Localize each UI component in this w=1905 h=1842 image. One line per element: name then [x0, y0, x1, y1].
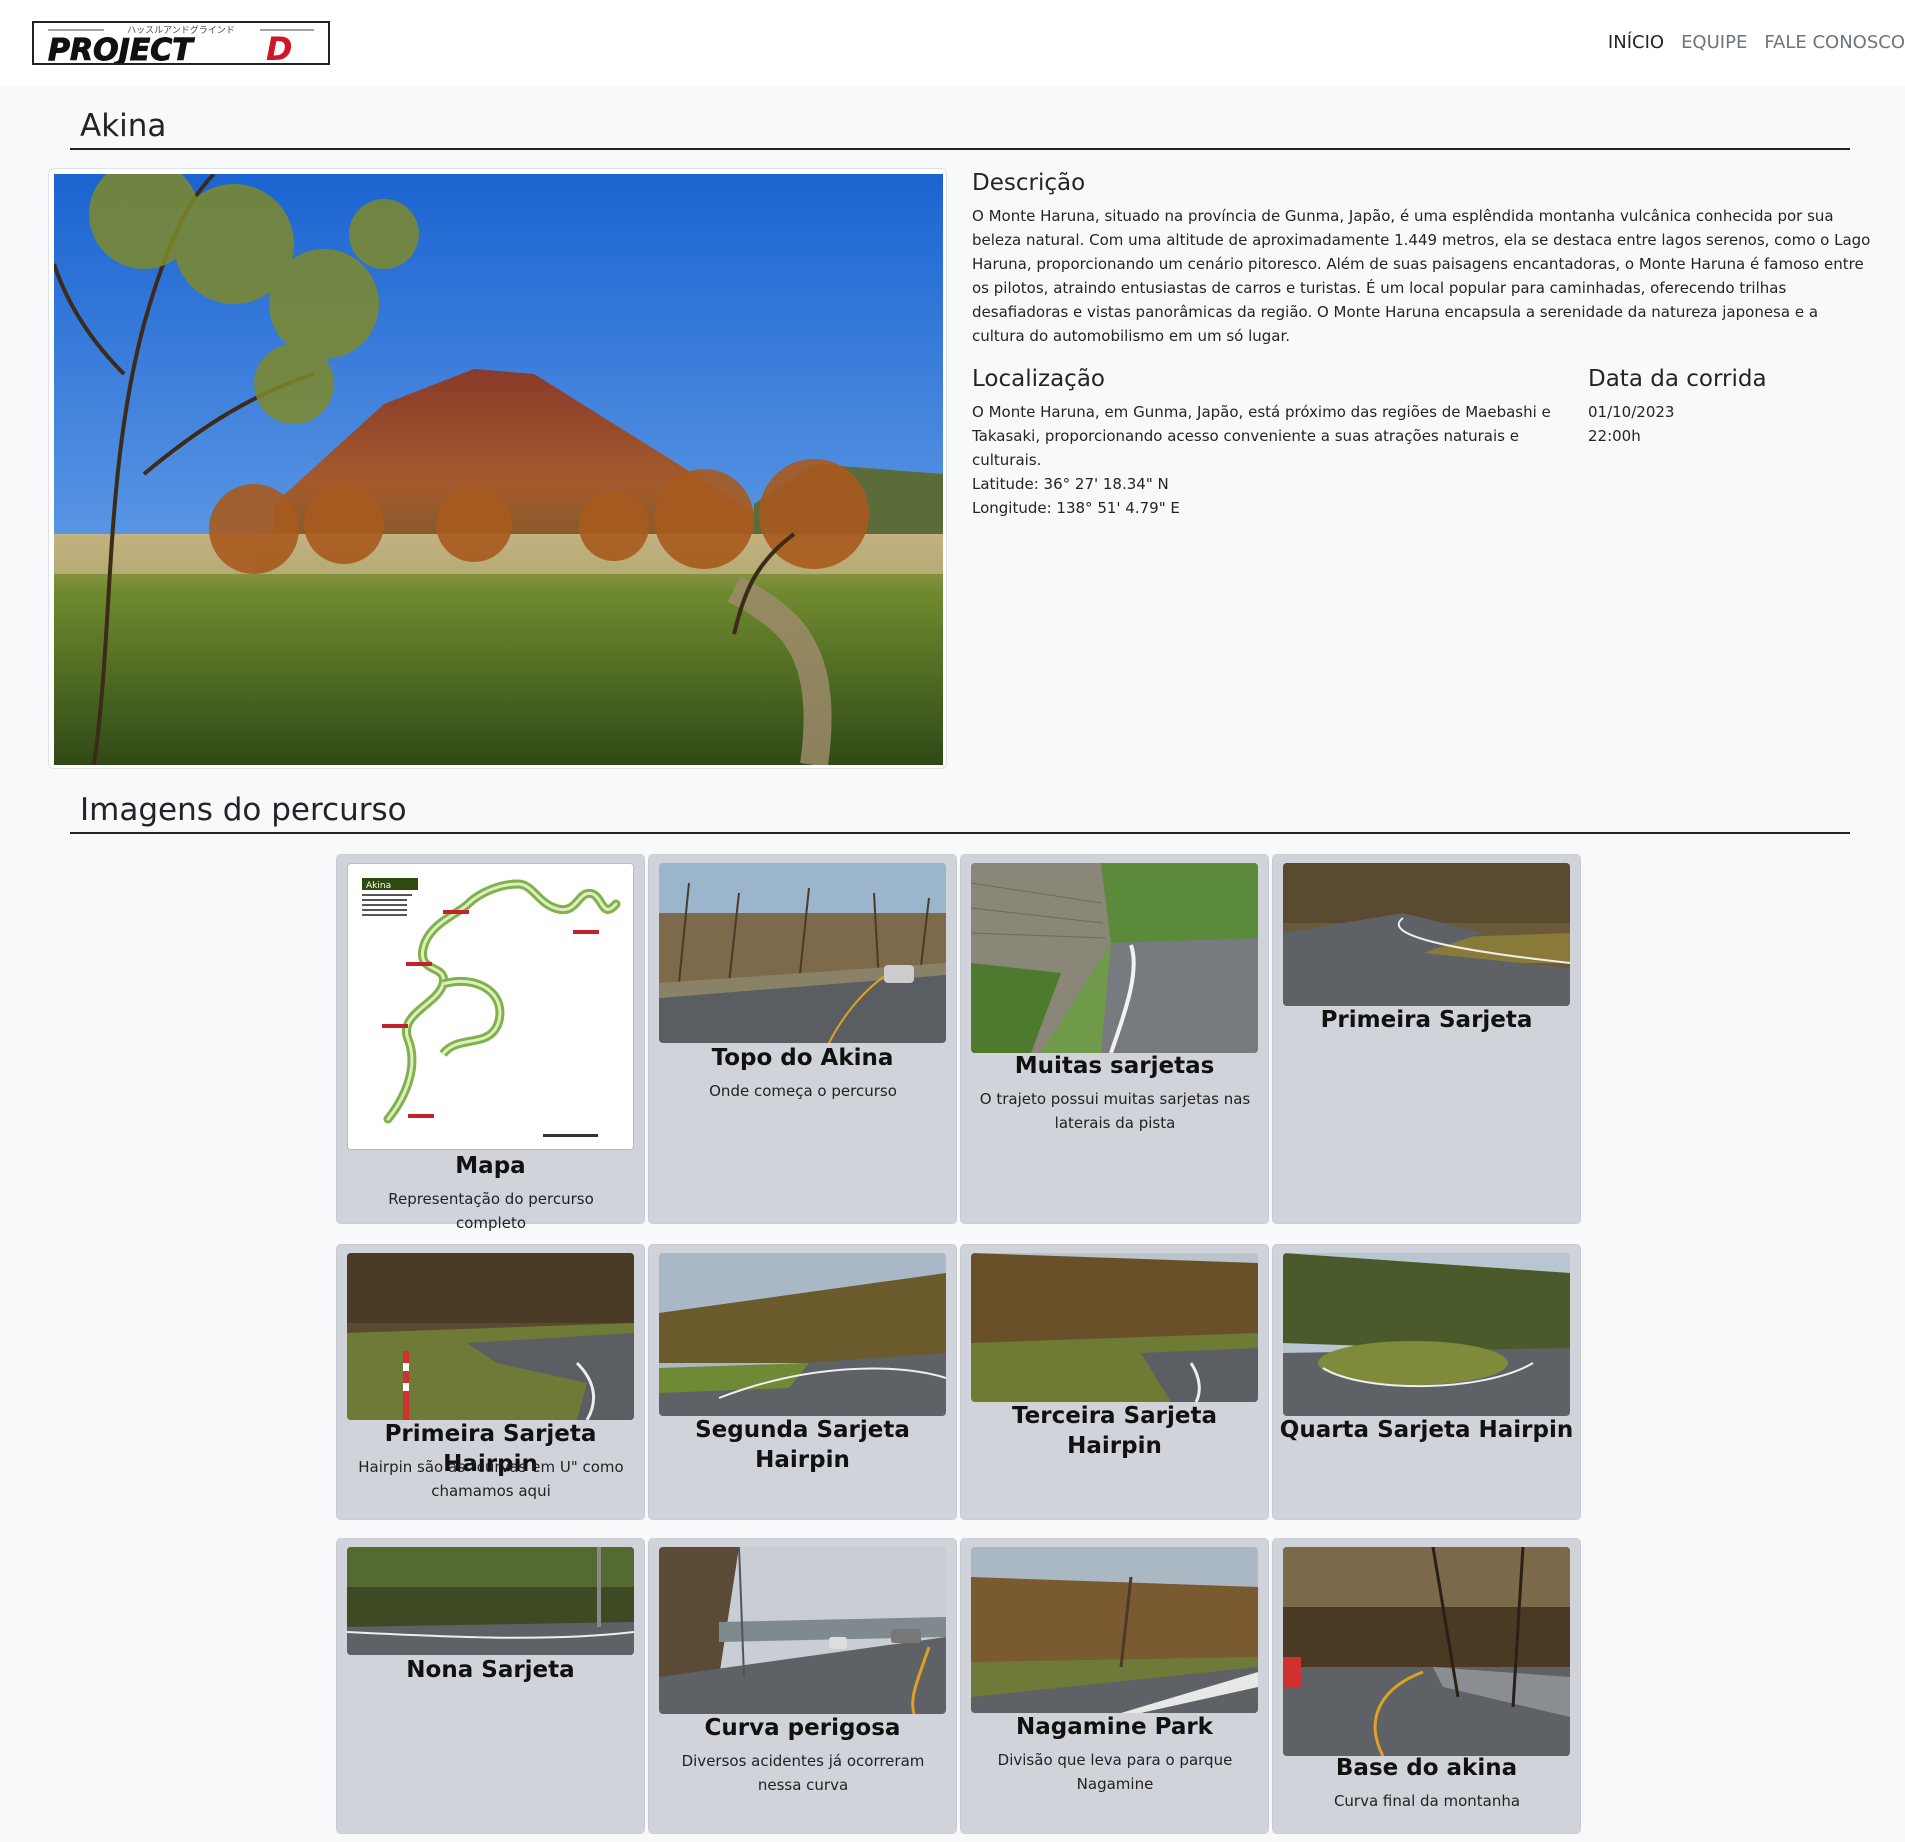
- segunda-sarjeta-hairpin-image: [659, 1253, 946, 1416]
- quarta-sarjeta-hairpin-image: [1283, 1253, 1570, 1416]
- hero-image: [48, 168, 947, 769]
- svg-text:Akina: Akina: [366, 881, 391, 891]
- location-heading: Localização: [972, 366, 1105, 392]
- page-title: Akina: [70, 104, 1850, 150]
- card-title: Base do akina: [1335, 1755, 1518, 1781]
- card-subtitle: Diversos acidentes já ocorreram nessa cu…: [681, 1752, 925, 1794]
- nav-inicio[interactable]: INÍCIO: [1608, 32, 1664, 56]
- nona-sarjeta-image: [347, 1547, 634, 1655]
- card-title: Nagamine Park: [1016, 1714, 1213, 1740]
- gallery-card-nona-sarjeta[interactable]: Nona Sarjeta: [336, 1538, 645, 1834]
- card-subtitle: Onde começa o percurso: [709, 1082, 897, 1100]
- muitas-sarjetas-image: [971, 863, 1258, 1053]
- gallery-card-segunda-sarjeta-hairpin[interactable]: Segunda Sarjeta Hairpin: [648, 1244, 957, 1520]
- card-title: Curva perigosa: [704, 1715, 901, 1741]
- navbar: ハッスルアンドグラインド PROJECT D INÍCIO EQUIPE FAL…: [0, 0, 1905, 86]
- gallery-card-base-do-akina[interactable]: Base do akina Curva final da montanha: [1272, 1538, 1581, 1834]
- gallery-card-mapa[interactable]: Akina Mapa Representação do percurso com…: [336, 854, 645, 1232]
- nav-equipe[interactable]: EQUIPE: [1681, 32, 1747, 56]
- description-text: O Monte Haruna, situado na província de …: [972, 207, 1871, 345]
- map-image: Akina: [347, 863, 634, 1150]
- card-title: Terceira Sarjeta Hairpin: [1012, 1403, 1217, 1459]
- card-subtitle: O trajeto possui muitas sarjetas nas lat…: [979, 1090, 1251, 1132]
- card-title: Segunda Sarjeta Hairpin: [695, 1417, 910, 1473]
- card-title: Mapa: [455, 1153, 526, 1179]
- card-title: Primeira Sarjeta: [1320, 1007, 1533, 1033]
- gallery-card-curva-perigosa[interactable]: Curva perigosa Diversos acidentes já oco…: [648, 1538, 957, 1834]
- race-time: 22:00h: [1588, 427, 1641, 445]
- terceira-sarjeta-hairpin-image: [971, 1253, 1258, 1402]
- location-section: Localização O Monte Haruna, em Gunma, Ja…: [972, 364, 1562, 520]
- location-text: O Monte Haruna, em Gunma, Japão, está pr…: [972, 403, 1551, 469]
- gallery-card-quarta-sarjeta-hairpin[interactable]: Quarta Sarjeta Hairpin: [1272, 1244, 1581, 1520]
- logo-d: D: [266, 30, 293, 63]
- race-date-heading: Data da corrida: [1588, 366, 1767, 392]
- primeira-sarjeta-image: [1283, 863, 1570, 1006]
- card-subtitle: Representação do percurso completo: [388, 1190, 594, 1232]
- gallery-card-primeira-sarjeta[interactable]: Primeira Sarjeta: [1272, 854, 1581, 1224]
- gallery-card-nagamine-park[interactable]: Nagamine Park Divisão que leva para o pa…: [960, 1538, 1269, 1834]
- card-subtitle: Divisão que leva para o parque Nagamine: [997, 1751, 1233, 1793]
- topo-do-akina-image: [659, 863, 946, 1043]
- card-title: Topo do Akina: [711, 1045, 894, 1071]
- card-title: Muitas sarjetas: [1014, 1053, 1215, 1079]
- nav-fale-conosco[interactable]: FALE CONOSCO: [1764, 32, 1905, 56]
- race-date-section: Data da corrida 01/10/2023 22:00h: [1588, 364, 1868, 448]
- nagamine-park-image: [971, 1547, 1258, 1713]
- latitude: Latitude: 36° 27' 18.34" N: [972, 475, 1169, 493]
- description-section: Descrição O Monte Haruna, situado na pro…: [972, 168, 1872, 348]
- description-heading: Descrição: [972, 170, 1086, 196]
- gallery-card-primeira-sarjeta-hairpin[interactable]: Primeira Sarjeta Hairpin Hairpin são as …: [336, 1244, 645, 1520]
- longitude: Longitude: 138° 51' 4.79" E: [972, 499, 1180, 517]
- gallery-card-topo-do-akina[interactable]: Topo do Akina Onde começa o percurso: [648, 854, 957, 1224]
- race-date: 01/10/2023: [1588, 403, 1675, 421]
- primeira-sarjeta-hairpin-image: [347, 1253, 634, 1420]
- gallery-card-muitas-sarjetas[interactable]: Muitas sarjetas O trajeto possui muitas …: [960, 854, 1269, 1224]
- gallery-card-terceira-sarjeta-hairpin[interactable]: Terceira Sarjeta Hairpin: [960, 1244, 1269, 1520]
- nav-links: INÍCIO EQUIPE FALE CONOSCO: [1608, 32, 1905, 56]
- logo-wordmark: PROJECT: [48, 33, 195, 63]
- curva-perigosa-image: [659, 1547, 946, 1714]
- card-subtitle: Curva final da montanha: [1333, 1792, 1521, 1810]
- card-subtitle: Hairpin são as "curvas em U" como chamam…: [358, 1458, 624, 1500]
- gallery-title: Imagens do percurso: [70, 788, 1850, 834]
- card-title: Quarta Sarjeta Hairpin: [1279, 1417, 1574, 1443]
- base-do-akina-image: [1283, 1547, 1570, 1756]
- project-d-logo[interactable]: ハッスルアンドグラインド PROJECT D: [32, 21, 330, 65]
- card-title: Nona Sarjeta: [406, 1657, 575, 1683]
